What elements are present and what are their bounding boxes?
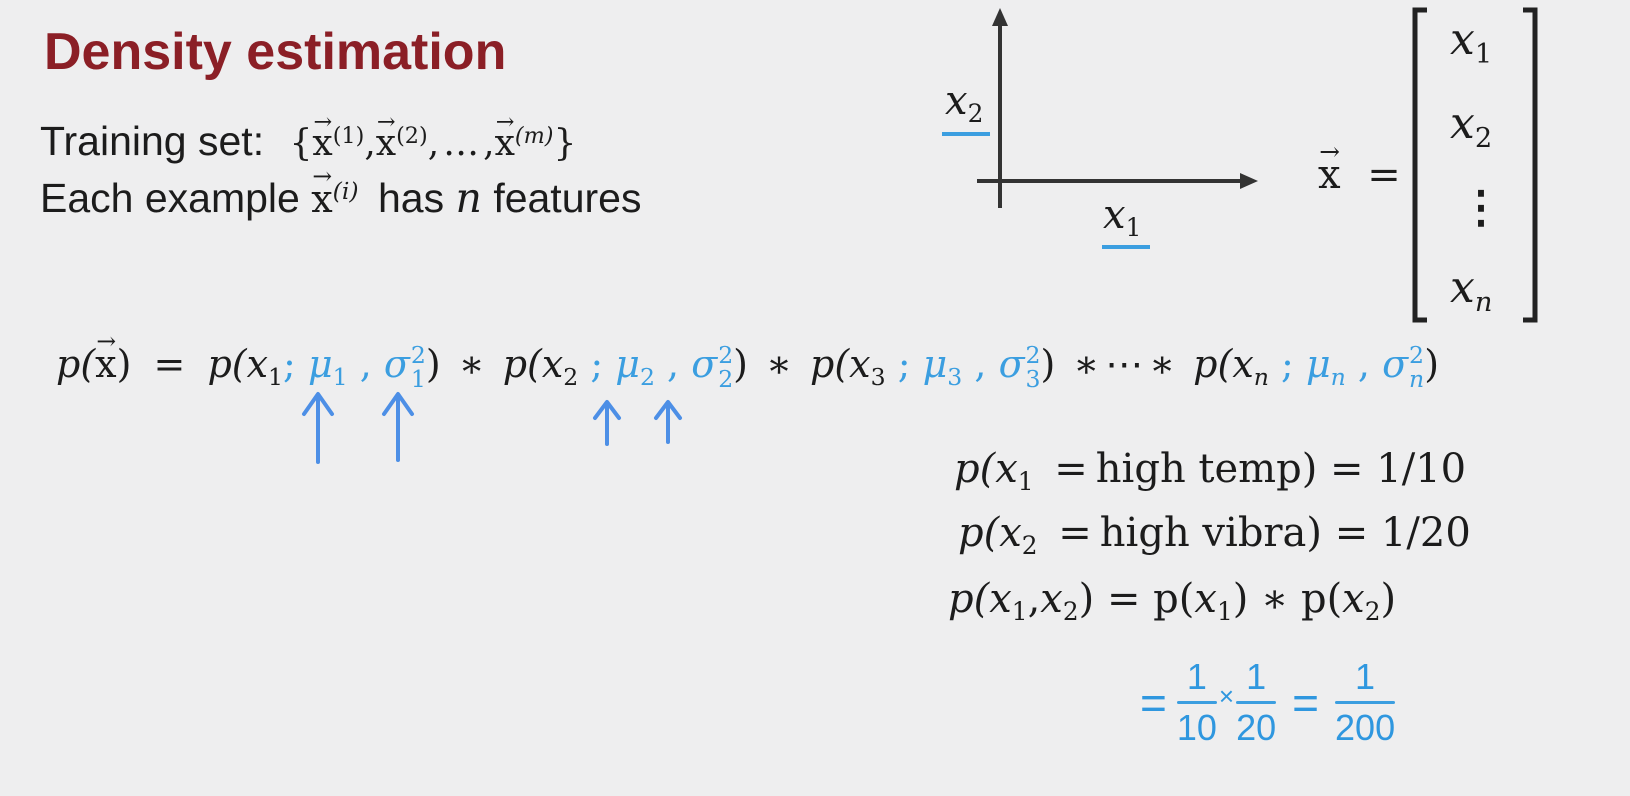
x-axis-arrowhead — [1240, 173, 1258, 189]
arrow-sigma1-icon — [382, 392, 414, 462]
vec-x: x — [1318, 137, 1341, 198]
vector-item-n: xn — [1450, 262, 1493, 318]
bracket-left — [1412, 7, 1427, 323]
each-example-prefix: Each example — [40, 175, 300, 221]
each-example-line: Each example x(i) has n features — [40, 162, 642, 222]
ellipsis: … — [443, 123, 480, 164]
sup-1: (1) — [332, 122, 365, 149]
times-2: ∗ — [766, 342, 792, 386]
hw-equals-1: = — [1140, 676, 1167, 729]
term-n: p(xn ; μn , σ 2 n) — [1193, 340, 1440, 393]
each-example-features: features — [493, 175, 642, 221]
hw-fraction-1-20: 1 20 — [1236, 656, 1277, 748]
page-title: Density estimation — [44, 23, 507, 81]
axes-diagram — [942, 8, 1258, 249]
comma: , — [427, 123, 440, 164]
vec-x-m: x — [495, 109, 515, 164]
arrow-sigma2-icon — [654, 400, 682, 444]
training-set-label: Training set: — [40, 118, 265, 164]
hw-fraction-1-10: 1 10 — [1176, 656, 1217, 748]
brace-close: } — [553, 123, 577, 164]
comma: , — [364, 123, 376, 164]
handwritten-calculation: = 1 10 × 1 20 = 1 200 — [1140, 656, 1396, 749]
arrow-mu2-icon — [593, 400, 621, 446]
times-4: ∗ — [1149, 342, 1176, 386]
bracket-right — [1523, 7, 1538, 323]
brace-open: { — [289, 123, 313, 164]
vector-item-1: x1 — [1450, 14, 1493, 70]
y-axis-arrowhead — [992, 8, 1008, 26]
each-example-has: has — [377, 175, 445, 221]
training-set-expression: {x(1),x(2),…,x(m)} — [289, 109, 577, 164]
training-set-line: Training set: {x(1),x(2),…,x(m)} — [40, 109, 577, 165]
vec-x-2: x — [376, 109, 396, 164]
vector-lhs: x = — [1318, 137, 1401, 198]
example-line-3: p(x1,x2) = p(x1) ∗ p(x2) — [948, 576, 1397, 626]
term-3: p(x3 ; μ3 , σ 2 3) — [810, 340, 1056, 393]
vec-x-1: x — [312, 109, 332, 164]
annotation-arrows — [302, 392, 682, 464]
vector-equals: = — [1367, 152, 1401, 198]
arrow-mu1-icon — [302, 392, 334, 464]
hw-equals-2: = — [1292, 676, 1320, 729]
times-3: ∗ — [1073, 342, 1100, 386]
sup-2: (2) — [396, 122, 428, 149]
hw-times: × — [1218, 681, 1235, 711]
example-line-2: p(x2 = high vibra) = 1/20 — [958, 510, 1471, 560]
dots: ⋯ — [1105, 342, 1144, 386]
vector-item-vdots: ⋮ — [1459, 182, 1503, 233]
example-line-1: p(x1 = high temp) = 1/10 — [954, 446, 1467, 496]
axis-label-x2: x2 — [945, 78, 984, 128]
comma: , — [483, 123, 495, 164]
sup-m: (m) — [514, 122, 554, 149]
vector-item-2: x2 — [1450, 98, 1493, 154]
hw-fraction-1-200: 1 200 — [1335, 656, 1396, 748]
each-example-n: n — [455, 174, 482, 222]
each-example-vector: x(i) — [311, 162, 358, 221]
axis-label-x1: x1 — [1103, 192, 1142, 242]
